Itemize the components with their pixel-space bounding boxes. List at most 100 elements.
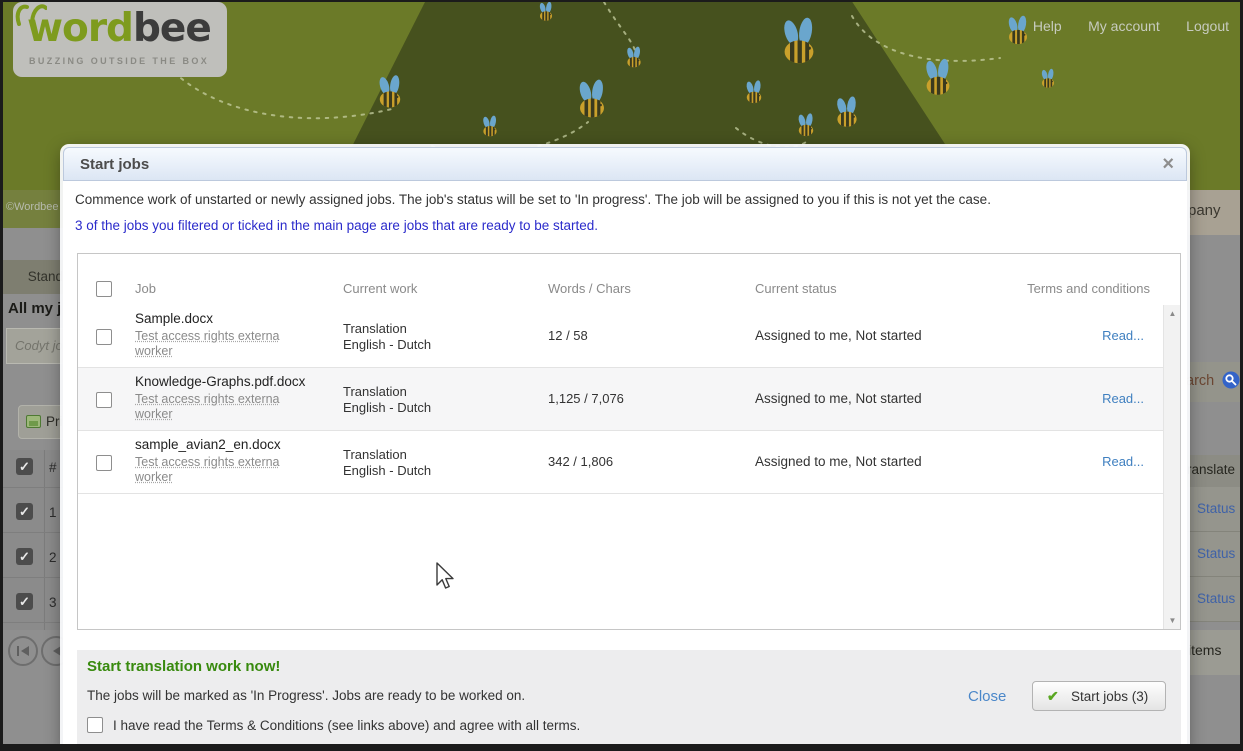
bg-table-line [0,532,63,533]
read-terms-link[interactable]: Read... [1102,391,1144,406]
status-cell: Assigned to me, Not started [755,454,922,469]
menu-company-partial: pany [1188,202,1221,219]
read-terms-link[interactable]: Read... [1102,328,1144,343]
start-jobs-button[interactable]: ✔ Start jobs (3) [1032,681,1166,711]
logo-tagline: BUZZING OUTSIDE THE BOX [29,56,209,66]
bg-pagination [0,630,63,675]
job-name: Knowledge-Graphs.pdf.docx [135,374,305,389]
current-work-cell: Translation English - Dutch [343,447,431,479]
column-words-chars: Words / Chars [548,281,631,296]
job-subtitle-link[interactable]: Test access rights externa worker [135,455,307,485]
table-scrollbar[interactable]: ▲ ▼ [1163,305,1180,629]
copyright-bar: ©Wordbee [0,190,63,228]
bg-row-checkbox[interactable]: ✓ [16,593,33,610]
nav-my-account-link[interactable]: My account [1088,18,1160,34]
screenshot-page: wordbee BUZZING OUTSIDE THE BOX Help My … [0,0,1243,751]
words-chars-cell: 1,125 / 7,076 [548,391,624,406]
jobs-table-body: Sample.docx Test access rights externa w… [78,305,1180,629]
terms-agreement-checkbox[interactable] [87,717,103,733]
bg-status-row: Status [1186,532,1243,577]
bg-jobs-table: ✓ ✓ ✓ ✓ # 1 2 3 [0,450,63,630]
work-type: Translation [343,384,431,400]
row-checkbox[interactable] [96,392,112,408]
jobs-table-header: Job Current work Words / Chars Current s… [78,254,1180,305]
bg-table-divider [44,450,45,630]
column-terms: Terms and conditions [1027,281,1150,296]
close-dialog-link[interactable]: Close [968,688,1006,705]
bg-search-button[interactable]: arch [1186,362,1243,402]
dialog-title: Start jobs [80,156,149,173]
job-subtitle-link[interactable]: Test access rights externa worker [135,392,307,422]
words-chars-cell: 342 / 1,806 [548,454,613,469]
job-name: sample_avian2_en.docx [135,437,281,452]
wordbee-logo[interactable]: wordbee BUZZING OUTSIDE THE BOX [13,2,227,77]
footer-heading: Start translation work now! [87,658,280,675]
list-title-partial: All my j [8,300,61,317]
status-link[interactable]: Status [1197,591,1235,606]
read-terms-link[interactable]: Read... [1102,454,1144,469]
bg-table-line [0,622,63,623]
status-link[interactable]: Status [1197,546,1235,561]
status-link[interactable]: Status [1197,501,1235,516]
bg-header-checkbox[interactable]: ✓ [16,458,33,475]
current-work-cell: Translation English - Dutch [343,321,431,353]
status-cell: Assigned to me, Not started [755,328,922,343]
frame-border-left [0,0,3,751]
print-image-icon [26,415,41,428]
nav-help-link[interactable]: Help [1033,18,1062,34]
bg-print-button[interactable]: Pri [18,405,68,439]
mouse-cursor [434,561,456,591]
bg-items-label: items [1186,630,1243,675]
scroll-up-icon[interactable]: ▲ [1164,305,1181,322]
footer-note: The jobs will be marked as 'In Progress'… [87,688,525,703]
bg-column-translate: ranslate [1186,455,1243,487]
bg-status-row: Status [1186,487,1243,532]
bg-list-title: All my j [0,296,63,324]
job-subtitle-link[interactable]: Test access rights externa worker [135,329,307,359]
scroll-down-icon[interactable]: ▼ [1164,612,1181,629]
logo-bee: bee [133,6,211,51]
bg-menu-company[interactable]: pany [1186,190,1243,235]
column-current-work: Current work [343,281,417,296]
start-jobs-button-label: Start jobs (3) [1071,689,1148,704]
bg-row-checkbox[interactable]: ✓ [16,548,33,565]
jobs-table: Job Current work Words / Chars Current s… [77,253,1181,630]
dialog-header[interactable]: Start jobs × [63,147,1187,181]
row-checkbox[interactable] [96,455,112,471]
filter-input-placeholder: Codyt jo [15,338,63,353]
current-work-cell: Translation English - Dutch [343,384,431,416]
bg-row-number: 3 [49,595,57,610]
copyright-text: ©Wordbee [6,201,59,213]
bg-filter-input[interactable]: Codyt jo [6,328,66,364]
work-type: Translation [343,447,431,463]
bg-table-line [0,577,63,578]
job-row: Knowledge-Graphs.pdf.docx Test access ri… [78,368,1163,431]
row-checkbox[interactable] [96,329,112,345]
pagination-first-button[interactable] [8,636,38,666]
prev-page-icon [49,645,63,657]
check-icon: ✔ [1047,688,1059,705]
job-name: Sample.docx [135,311,213,326]
dialog-highlight: 3 of the jobs you filtered or ticked in … [75,218,598,233]
top-nav: Help My account Logout [1011,18,1229,36]
job-row: sample_avian2_en.docx Test access rights… [78,431,1163,494]
pagination-prev-button[interactable] [41,636,63,666]
first-page-icon [16,645,32,657]
bg-row-number: 1 [49,505,57,520]
bg-row-checkbox[interactable]: ✓ [16,503,33,520]
nav-logout-link[interactable]: Logout [1186,18,1229,34]
bg-tab-standard[interactable]: Stand [0,260,63,294]
tab-standard-partial: Stand [28,269,63,284]
start-jobs-dialog: Start jobs × Commence work of unstarted … [63,147,1187,751]
words-chars-cell: 12 / 58 [548,328,588,343]
frame-border-bottom [0,744,1243,751]
close-icon[interactable]: × [1162,152,1174,176]
column-job: Job [135,281,156,296]
status-cell: Assigned to me, Not started [755,391,922,406]
bg-col-hash: # [49,460,57,475]
select-all-checkbox[interactable] [96,281,112,297]
frame-border-top [0,0,1243,2]
items-label-partial: items [1188,642,1221,658]
job-row: Sample.docx Test access rights externa w… [78,305,1163,368]
magnifier-icon [1222,371,1240,389]
